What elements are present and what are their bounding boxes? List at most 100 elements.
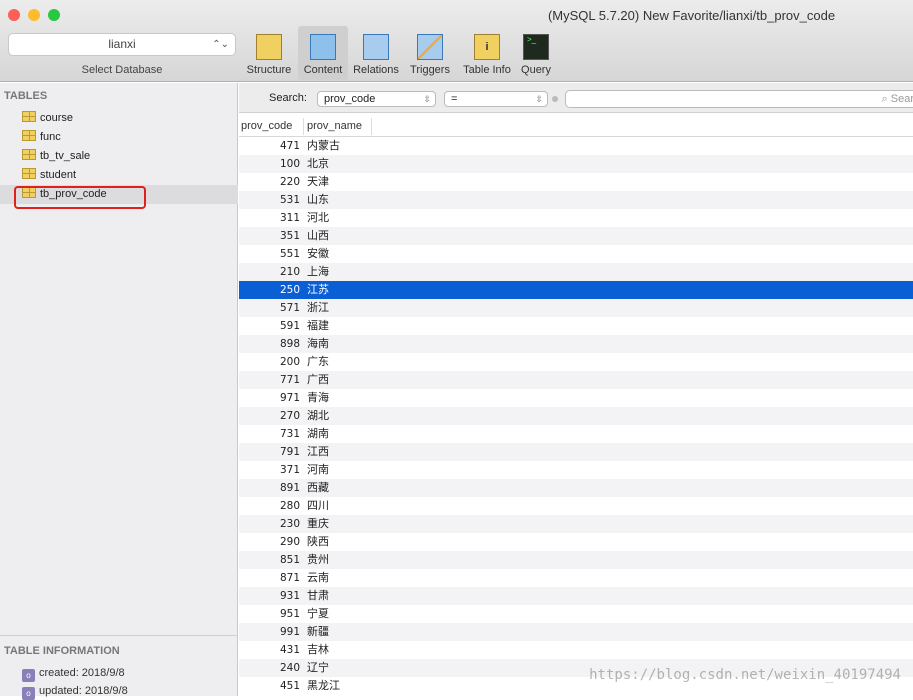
table-row[interactable]: 100 北京: [239, 155, 913, 173]
watermark: https://blog.csdn.net/weixin_40197494: [589, 667, 901, 683]
table-information-heading: TABLE INFORMATION: [4, 645, 120, 657]
cell-prov-code: 791: [279, 446, 300, 458]
info-text: updated: 2018/9/8: [39, 685, 128, 697]
table-row[interactable]: 551 安徽: [239, 245, 913, 263]
cell-prov-name: 福建: [307, 320, 329, 332]
cell-prov-name: 湖南: [307, 428, 329, 440]
cell-prov-name: 江苏: [307, 284, 329, 296]
toolbar-relations[interactable]: Relations: [350, 26, 402, 80]
table-name: tb_tv_sale: [40, 150, 91, 162]
close-button[interactable]: [8, 9, 20, 21]
cell-prov-name: 广东: [307, 356, 329, 368]
search-operator-select[interactable]: = ⇳: [444, 91, 548, 107]
cell-prov-code: 951: [279, 608, 300, 620]
toolbar-label: Table Info: [463, 64, 511, 76]
cell-prov-code: 220: [279, 176, 300, 188]
structure-icon: [256, 34, 282, 60]
cell-prov-name: 陕西: [307, 536, 329, 548]
cell-prov-name: 吉林: [307, 644, 329, 656]
cell-prov-code: 531: [279, 194, 300, 206]
table-row[interactable]: 471 内蒙古: [239, 137, 913, 155]
table-row[interactable]: 431 吉林: [239, 641, 913, 659]
table-row[interactable]: 210 上海: [239, 263, 913, 281]
minimize-button[interactable]: [28, 9, 40, 21]
table-row[interactable]: 371 河南: [239, 461, 913, 479]
table-item-course[interactable]: course: [0, 109, 238, 128]
table-item-func[interactable]: func: [0, 128, 238, 147]
table-item-tb-tv-sale[interactable]: tb_tv_sale: [0, 147, 238, 166]
cell-prov-code: 270: [279, 410, 300, 422]
search-icon: ⌕ Sear: [881, 93, 913, 105]
toolbar-structure[interactable]: Structure: [243, 26, 295, 80]
cell-prov-code: 898: [279, 338, 300, 350]
table-row[interactable]: 871 云南: [239, 569, 913, 587]
cell-prov-name: 河北: [307, 212, 329, 224]
cell-prov-name: 海南: [307, 338, 329, 350]
cell-prov-code: 931: [279, 590, 300, 602]
toolbar-content[interactable]: Content: [298, 26, 348, 80]
cell-prov-name: 山东: [307, 194, 329, 206]
cell-prov-name: 广西: [307, 374, 329, 386]
table-item-student[interactable]: student: [0, 166, 238, 185]
title-bar: (MySQL 5.7.20) New Favorite/lianxi/tb_pr…: [0, 0, 913, 82]
cell-prov-name: 内蒙古: [307, 140, 340, 152]
cell-prov-code: 200: [279, 356, 300, 368]
table-row[interactable]: 731 湖南: [239, 425, 913, 443]
table-icon: [22, 149, 36, 160]
tables-heading: TABLES: [4, 90, 48, 102]
info-icon: i: [474, 34, 500, 60]
table-icon: [22, 168, 36, 179]
table-row[interactable]: 951 宁夏: [239, 605, 913, 623]
toolbar-triggers[interactable]: Triggers: [405, 26, 455, 80]
column-prov-name[interactable]: prov_name: [307, 120, 362, 132]
table-row[interactable]: 531 山东: [239, 191, 913, 209]
table-row[interactable]: 891 西藏: [239, 479, 913, 497]
toolbar-query[interactable]: >_ Query: [517, 26, 555, 80]
cell-prov-code: 891: [279, 482, 300, 494]
cell-prov-name: 山西: [307, 230, 329, 242]
cell-prov-name: 安徽: [307, 248, 329, 260]
toolbar-table-info[interactable]: i Table Info: [459, 26, 515, 80]
select-database-label: Select Database: [81, 64, 163, 76]
chevron-updown-icon: ⇳: [423, 94, 431, 104]
cell-prov-name: 西藏: [307, 482, 329, 494]
terminal-icon: >_: [523, 34, 549, 60]
triggers-icon: [417, 34, 443, 60]
cell-prov-code: 591: [279, 320, 300, 332]
table-row[interactable]: 898 海南: [239, 335, 913, 353]
table-row[interactable]: 290 陕西: [239, 533, 913, 551]
table-row[interactable]: 270 湖北: [239, 407, 913, 425]
zoom-button[interactable]: [48, 9, 60, 21]
table-row[interactable]: 851 贵州: [239, 551, 913, 569]
table-row[interactable]: 791 江西: [239, 443, 913, 461]
search-input[interactable]: ⌕ Sear: [565, 90, 913, 108]
cell-prov-code: 471: [279, 140, 300, 152]
table-row[interactable]: 230 重庆: [239, 515, 913, 533]
column-prov-code[interactable]: prov_code: [241, 120, 292, 132]
cell-prov-name: 宁夏: [307, 608, 329, 620]
table-row[interactable]: 971 青海: [239, 389, 913, 407]
info-badge-icon: o: [22, 669, 35, 682]
table-row[interactable]: 591 福建: [239, 317, 913, 335]
table-row[interactable]: 571 浙江: [239, 299, 913, 317]
table-row[interactable]: 931 甘肃: [239, 587, 913, 605]
field-value: prov_code: [324, 93, 376, 105]
table-row[interactable]: 991 新疆: [239, 623, 913, 641]
cell-prov-code: 971: [279, 392, 300, 404]
search-field-select[interactable]: prov_code ⇳: [317, 91, 436, 107]
highlight-annotation: [14, 186, 146, 209]
table-row[interactable]: 220 天津: [239, 173, 913, 191]
toolbar-label: Content: [303, 64, 343, 76]
table-row[interactable]: 311 河北: [239, 209, 913, 227]
table-row[interactable]: 351 山西: [239, 227, 913, 245]
table-row[interactable]: 771 广西: [239, 371, 913, 389]
table-row[interactable]: 280 四川: [239, 497, 913, 515]
cell-prov-code: 290: [279, 536, 300, 548]
cell-prov-code: 240: [279, 662, 300, 674]
table-row[interactable]: 200 广东: [239, 353, 913, 371]
cell-prov-name: 黑龙江: [307, 680, 340, 692]
table-row[interactable]: 250 江苏: [239, 281, 913, 299]
sidebar: TABLES course func tb_tv_sale student tb…: [0, 83, 238, 700]
database-select[interactable]: lianxi ⌃⌄: [8, 33, 236, 56]
cell-prov-name: 浙江: [307, 302, 329, 314]
